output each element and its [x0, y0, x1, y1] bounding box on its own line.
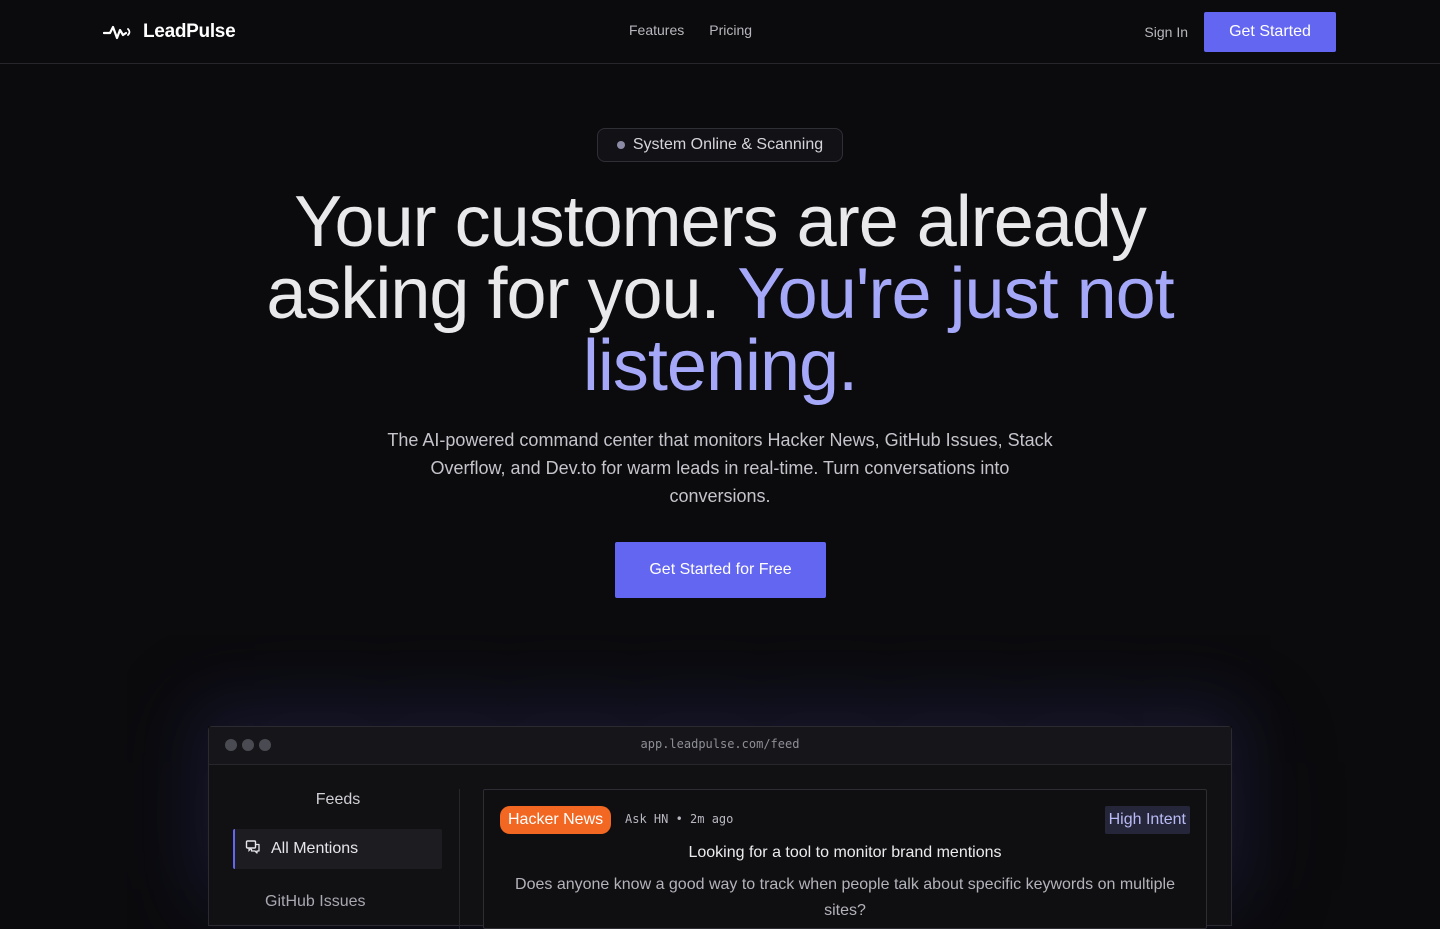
mention-title: Looking for a tool to monitor brand ment…: [688, 844, 1002, 861]
status-badge-label: System Online & Scanning: [632, 136, 824, 153]
status-badge: System Online & Scanning: [597, 128, 843, 162]
sidebar-item-label: All Mentions: [271, 840, 359, 857]
brand-name: LeadPulse: [143, 21, 236, 42]
nav-link-pricing[interactable]: Pricing: [709, 22, 752, 38]
status-dot-icon: [616, 141, 625, 149]
source-tag: Hacker News: [500, 806, 612, 834]
pulse-icon: [103, 23, 133, 41]
nav-link-features[interactable]: Features: [629, 22, 684, 38]
mention-body: Does anyone know a good way to track whe…: [515, 876, 1175, 919]
chat-bubbles-icon: [245, 839, 261, 860]
hero-subtitle: The AI-powered command center that monit…: [387, 430, 1053, 506]
hero-headline: Your customers are already asking for yo…: [200, 186, 1240, 402]
top-nav: LeadPulse Features Pricing Sign In Get S…: [0, 0, 1440, 64]
feeds-sidebar: Feeds All Mentions GitHub Issues: [233, 789, 460, 929]
window-title-bar: app.leadpulse.com/feed: [209, 727, 1231, 765]
get-started-button[interactable]: Get Started: [1204, 12, 1336, 52]
sign-in-link[interactable]: Sign In: [1144, 24, 1188, 40]
feeds-title: Feeds: [315, 791, 361, 808]
nav-actions: Sign In Get Started: [1144, 12, 1336, 52]
mention-card[interactable]: Hacker News Ask HN • 2m ago High Intent …: [483, 789, 1207, 929]
app-preview-window: app.leadpulse.com/feed Feeds All Mention…: [208, 726, 1232, 929]
brand-logo[interactable]: LeadPulse: [103, 18, 236, 46]
mention-meta: Ask HN • 2m ago: [625, 812, 734, 826]
window-url: app.leadpulse.com/feed: [640, 737, 800, 751]
intent-badge: High Intent: [1104, 806, 1190, 834]
sidebar-item-github-issues[interactable]: GitHub Issues: [265, 893, 365, 911]
nav-links: Features Pricing: [629, 22, 752, 38]
get-started-free-button[interactable]: Get Started for Free: [615, 542, 826, 598]
sidebar-item-all-mentions[interactable]: All Mentions: [233, 829, 442, 869]
